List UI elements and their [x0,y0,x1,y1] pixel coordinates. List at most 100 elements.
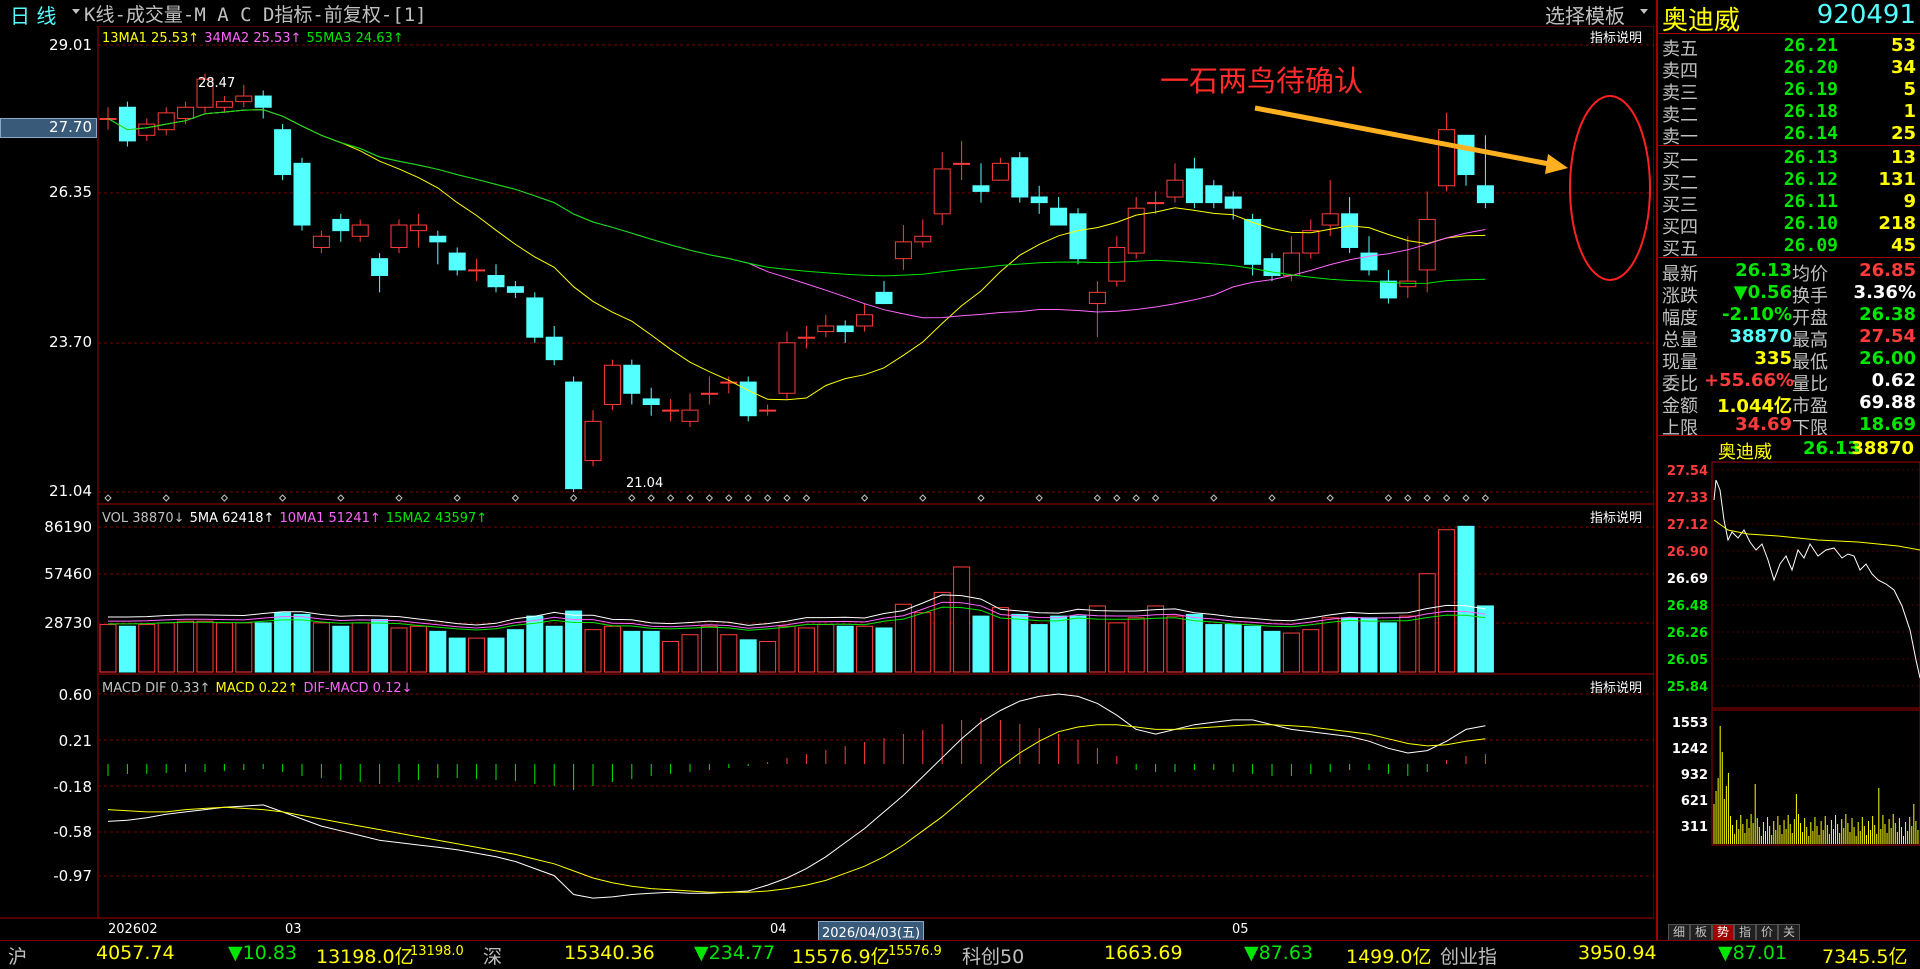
template-dropdown-icon[interactable] [1640,9,1648,14]
candle-up [312,235,330,248]
candle-up [468,269,486,272]
bid-row[interactable]: 买二 26.12 131 [1658,169,1920,194]
volume-bar-up [720,634,738,673]
volume-bar-up [235,622,253,673]
candle-up [817,325,835,333]
panel-tab[interactable]: 指 [1734,924,1756,941]
panel-tab[interactable]: 板 [1690,924,1712,941]
index-name-cyb[interactable]: 创业指 [1440,942,1497,969]
candle-down [1224,196,1242,209]
template-select-button[interactable]: 选择模板 [1545,0,1625,29]
volume-bar-down [545,625,563,673]
macd-hist-label: DIF-MACD 0.12↓ [303,681,413,696]
index-amount-sz: 15576.9亿 [792,946,890,968]
ask-row[interactable]: 卖二 26.18 1 [1658,101,1920,126]
bid-row[interactable]: 买四 26.10 218 [1658,213,1920,238]
period-selector[interactable]: 日 线 [10,0,56,29]
volume-bar-down [1476,605,1494,673]
quote-row: 涨跌 ▼0.56 换手 3.36% [1658,282,1920,307]
ask-row[interactable]: 卖四 26.20 34 [1658,57,1920,82]
volume-bar-up [1127,617,1145,673]
candle-down [526,297,544,338]
moving-average-lines [107,109,1486,401]
volume-bar-down [1205,624,1223,673]
candle-down [506,286,524,293]
intraday-chart[interactable]: 27.54 27.33 27.12 26.90 26.69 26.48 26.26 26.05… [1658,460,1920,940]
panel-tab[interactable]: 价 [1756,924,1778,941]
event-diamond-marker [1113,494,1121,502]
quote-value: 27.54 [1859,326,1916,347]
candle-down [1069,213,1087,260]
kline-legend: 13MA1 25.53↑ 34MA2 25.53↑ 55MA3 24.63↑ [102,27,404,46]
candle-down [293,162,311,226]
quote-value: 0.62 [1871,370,1916,391]
quote-value: 335 [1754,348,1792,369]
event-diamond-marker [705,494,714,502]
ask-price: 26.14 [1783,123,1838,144]
volume-bar-up [1321,617,1339,673]
chart-area[interactable] [0,26,1654,940]
volume-bar-up [99,624,117,673]
candle-up [1166,179,1184,198]
index-name-sz[interactable]: 深 [483,942,502,969]
event-diamond-marker [1404,494,1412,502]
macd-help-button[interactable]: 指标说明 [1590,677,1642,696]
macd-histogram [107,718,1486,790]
candle-up [914,235,932,243]
index-name-kc50[interactable]: 科创50 [962,942,1024,969]
ask-row[interactable]: 卖三 26.19 5 [1658,79,1920,104]
event-diamond-marker [1035,494,1043,502]
intraday-ytick: 27.12 [1667,518,1708,533]
kline-ytick: 26.35 [49,183,92,201]
bid-volume: 131 [1878,169,1916,190]
intraday-ytick: 27.54 [1667,464,1708,479]
bid-row[interactable]: 买五 26.09 45 [1658,235,1920,260]
volume-bar-up [914,612,932,673]
intraday-vtick: 1553 [1672,716,1708,731]
quote-row: 总量 38870 最高 27.54 [1658,326,1920,351]
volume-bar-down [1341,617,1359,673]
volume-help-button[interactable]: 指标说明 [1590,507,1642,526]
ask-volume: 34 [1890,57,1916,78]
ask-row[interactable]: 卖五 26.21 53 [1658,35,1920,60]
candle-up [1108,246,1126,282]
kline-help-button[interactable]: 指标说明 [1590,27,1642,46]
ask-price: 26.20 [1783,57,1838,78]
bid-row[interactable]: 买一 26.13 13 [1658,147,1920,172]
intraday-ytick: 26.48 [1667,599,1708,614]
panel-tab[interactable]: 细 [1668,924,1690,941]
volume-bar-up [196,620,214,673]
index-name-sh[interactable]: 沪 [8,942,27,969]
candle-up [759,409,777,412]
macd-legend: MACD DIF 0.33↑ MACD 0.22↑ DIF-MACD 0.12↓ [102,677,413,696]
volume-bar-down [1185,613,1203,673]
bid-volume: 45 [1890,235,1916,256]
volume-bar-up [1147,605,1165,673]
candle-up [856,314,874,327]
panel-tab[interactable]: 势 [1712,924,1734,941]
quote-row: 最新 26.13 均价 26.85 [1658,260,1920,285]
bid-row[interactable]: 买三 26.11 9 [1658,191,1920,216]
event-diamond-marker [647,494,655,502]
volume-bar-up [157,622,175,673]
bid-volume: 218 [1878,213,1916,234]
volume-bar-up [991,607,1009,673]
volume-bar-up [1438,529,1456,673]
candle-up [138,123,156,136]
candle-down [487,275,505,288]
ma34-label: 34MA2 25.53↑ [204,31,302,46]
period-dropdown-icon[interactable] [72,9,80,14]
candlestick-series [99,73,1494,492]
ask-price: 26.19 [1783,79,1838,100]
candle-up [662,409,680,412]
volume-ytick: 86190 [44,518,92,536]
volume-bar-up [1282,632,1300,673]
event-diamond-marker [220,494,229,502]
bid-price: 26.10 [1783,213,1838,234]
candle-down [1011,157,1029,198]
ask-row[interactable]: 卖一 26.14 25 [1658,123,1920,148]
quote-value: 26.13 [1735,260,1792,281]
panel-tab[interactable]: 关 [1778,924,1800,941]
macd-ytick: -0.58 [53,823,92,841]
volume-bars [99,525,1494,673]
